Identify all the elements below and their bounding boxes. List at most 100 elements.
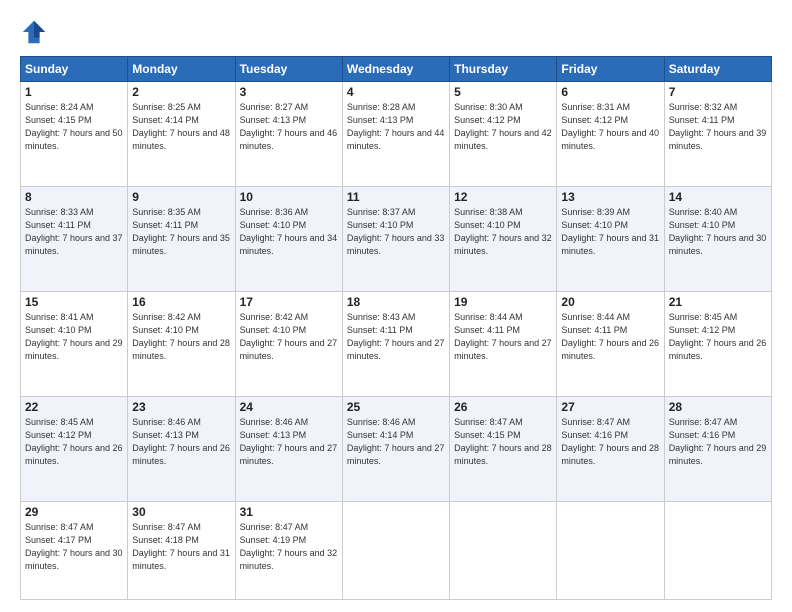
day-info: Sunrise: 8:39 AMSunset: 4:10 PMDaylight:… (561, 206, 659, 258)
day-info: Sunrise: 8:33 AMSunset: 4:11 PMDaylight:… (25, 206, 123, 258)
day-number: 8 (25, 190, 123, 204)
day-number: 28 (669, 400, 767, 414)
day-info: Sunrise: 8:24 AMSunset: 4:15 PMDaylight:… (25, 101, 123, 153)
calendar-cell: 10 Sunrise: 8:36 AMSunset: 4:10 PMDayligh… (235, 187, 342, 292)
calendar-week-row: 1 Sunrise: 8:24 AMSunset: 4:15 PMDaylight… (21, 82, 772, 187)
calendar-cell: 25 Sunrise: 8:46 AMSunset: 4:14 PMDayligh… (342, 397, 449, 502)
day-number: 31 (240, 505, 338, 519)
day-number: 15 (25, 295, 123, 309)
day-number: 14 (669, 190, 767, 204)
calendar-cell: 18Sunrise: 8:43 AMSunset: 4:11 PMDayligh… (342, 292, 449, 397)
day-info: Sunrise: 8:40 AMSunset: 4:10 PMDaylight:… (669, 206, 767, 258)
logo-icon (20, 18, 48, 46)
page: SundayMondayTuesdayWednesdayThursdayFrid… (0, 0, 792, 612)
calendar-cell: 21 Sunrise: 8:45 AMSunset: 4:12 PMDayligh… (664, 292, 771, 397)
day-info: Sunrise: 8:32 AMSunset: 4:11 PMDaylight:… (669, 101, 767, 153)
day-info: Sunrise: 8:47 AMSunset: 4:17 PMDaylight:… (25, 521, 123, 573)
day-header-saturday: Saturday (664, 57, 771, 82)
calendar-cell: 16 Sunrise: 8:42 AMSunset: 4:10 PMDayligh… (128, 292, 235, 397)
day-info: Sunrise: 8:46 AMSunset: 4:14 PMDaylight:… (347, 416, 445, 468)
day-info: Sunrise: 8:47 AMSunset: 4:19 PMDaylight:… (240, 521, 338, 573)
calendar-cell: 22 Sunrise: 8:45 AMSunset: 4:12 PMDayligh… (21, 397, 128, 502)
calendar-cell: 3 Sunrise: 8:27 AMSunset: 4:13 PMDaylight… (235, 82, 342, 187)
day-number: 22 (25, 400, 123, 414)
day-number: 19 (454, 295, 552, 309)
day-number: 11 (347, 190, 445, 204)
calendar-cell (557, 502, 664, 600)
day-number: 23 (132, 400, 230, 414)
day-info: Sunrise: 8:42 AMSunset: 4:10 PMDaylight:… (240, 311, 338, 363)
day-info: Sunrise: 8:36 AMSunset: 4:10 PMDaylight:… (240, 206, 338, 258)
day-info: Sunrise: 8:45 AMSunset: 4:12 PMDaylight:… (669, 311, 767, 363)
day-number: 6 (561, 85, 659, 99)
calendar-week-row: 29 Sunrise: 8:47 AMSunset: 4:17 PMDayligh… (21, 502, 772, 600)
day-header-sunday: Sunday (21, 57, 128, 82)
day-number: 12 (454, 190, 552, 204)
day-number: 27 (561, 400, 659, 414)
day-number: 5 (454, 85, 552, 99)
day-info: Sunrise: 8:28 AMSunset: 4:13 PMDaylight:… (347, 101, 445, 153)
day-info: Sunrise: 8:45 AMSunset: 4:12 PMDaylight:… (25, 416, 123, 468)
day-info: Sunrise: 8:25 AMSunset: 4:14 PMDaylight:… (132, 101, 230, 153)
day-info: Sunrise: 8:47 AMSunset: 4:16 PMDaylight:… (669, 416, 767, 468)
calendar-cell: 26 Sunrise: 8:47 AMSunset: 4:15 PMDayligh… (450, 397, 557, 502)
calendar-cell: 17 Sunrise: 8:42 AMSunset: 4:10 PMDayligh… (235, 292, 342, 397)
day-header-wednesday: Wednesday (342, 57, 449, 82)
day-info: Sunrise: 8:38 AMSunset: 4:10 PMDaylight:… (454, 206, 552, 258)
calendar-header-row: SundayMondayTuesdayWednesdayThursdayFrid… (21, 57, 772, 82)
day-number: 10 (240, 190, 338, 204)
day-info: Sunrise: 8:46 AMSunset: 4:13 PMDaylight:… (132, 416, 230, 468)
calendar-cell: 31 Sunrise: 8:47 AMSunset: 4:19 PMDayligh… (235, 502, 342, 600)
day-number: 29 (25, 505, 123, 519)
logo (20, 18, 52, 46)
calendar-cell: 4 Sunrise: 8:28 AMSunset: 4:13 PMDaylight… (342, 82, 449, 187)
calendar-cell: 15 Sunrise: 8:41 AMSunset: 4:10 PMDayligh… (21, 292, 128, 397)
calendar-cell (664, 502, 771, 600)
day-info: Sunrise: 8:47 AMSunset: 4:15 PMDaylight:… (454, 416, 552, 468)
header (20, 18, 772, 46)
day-info: Sunrise: 8:37 AMSunset: 4:10 PMDaylight:… (347, 206, 445, 258)
calendar-cell: 27 Sunrise: 8:47 AMSunset: 4:16 PMDayligh… (557, 397, 664, 502)
calendar-cell (342, 502, 449, 600)
calendar-cell: 28 Sunrise: 8:47 AMSunset: 4:16 PMDayligh… (664, 397, 771, 502)
day-info: Sunrise: 8:35 AMSunset: 4:11 PMDaylight:… (132, 206, 230, 258)
day-header-tuesday: Tuesday (235, 57, 342, 82)
calendar-cell: 23 Sunrise: 8:46 AMSunset: 4:13 PMDayligh… (128, 397, 235, 502)
calendar-cell: 11 Sunrise: 8:37 AMSunset: 4:10 PMDayligh… (342, 187, 449, 292)
day-info: Sunrise: 8:27 AMSunset: 4:13 PMDaylight:… (240, 101, 338, 153)
day-number: 3 (240, 85, 338, 99)
calendar-cell: 20Sunrise: 8:44 AMSunset: 4:11 PMDayligh… (557, 292, 664, 397)
calendar-cell: 8 Sunrise: 8:33 AMSunset: 4:11 PMDaylight… (21, 187, 128, 292)
calendar-cell: 2 Sunrise: 8:25 AMSunset: 4:14 PMDaylight… (128, 82, 235, 187)
calendar-cell: 5Sunrise: 8:30 AMSunset: 4:12 PMDaylight… (450, 82, 557, 187)
calendar-cell: 19 Sunrise: 8:44 AMSunset: 4:11 PMDayligh… (450, 292, 557, 397)
day-info: Sunrise: 8:46 AMSunset: 4:13 PMDaylight:… (240, 416, 338, 468)
day-number: 30 (132, 505, 230, 519)
day-number: 26 (454, 400, 552, 414)
day-number: 20 (561, 295, 659, 309)
calendar-table: SundayMondayTuesdayWednesdayThursdayFrid… (20, 56, 772, 600)
day-number: 25 (347, 400, 445, 414)
day-number: 16 (132, 295, 230, 309)
calendar-cell: 1 Sunrise: 8:24 AMSunset: 4:15 PMDaylight… (21, 82, 128, 187)
day-header-thursday: Thursday (450, 57, 557, 82)
calendar-cell: 29 Sunrise: 8:47 AMSunset: 4:17 PMDayligh… (21, 502, 128, 600)
day-header-friday: Friday (557, 57, 664, 82)
calendar-week-row: 8 Sunrise: 8:33 AMSunset: 4:11 PMDaylight… (21, 187, 772, 292)
day-number: 17 (240, 295, 338, 309)
day-number: 2 (132, 85, 230, 99)
calendar-cell: 13Sunrise: 8:39 AMSunset: 4:10 PMDayligh… (557, 187, 664, 292)
day-info: Sunrise: 8:43 AMSunset: 4:11 PMDaylight:… (347, 311, 445, 363)
day-number: 21 (669, 295, 767, 309)
day-number: 1 (25, 85, 123, 99)
calendar-cell: 12 Sunrise: 8:38 AMSunset: 4:10 PMDayligh… (450, 187, 557, 292)
calendar-cell: 14 Sunrise: 8:40 AMSunset: 4:10 PMDayligh… (664, 187, 771, 292)
day-info: Sunrise: 8:47 AMSunset: 4:16 PMDaylight:… (561, 416, 659, 468)
calendar-cell: 7Sunrise: 8:32 AMSunset: 4:11 PMDaylight… (664, 82, 771, 187)
day-info: Sunrise: 8:41 AMSunset: 4:10 PMDaylight:… (25, 311, 123, 363)
calendar-cell: 30 Sunrise: 8:47 AMSunset: 4:18 PMDayligh… (128, 502, 235, 600)
day-number: 4 (347, 85, 445, 99)
day-info: Sunrise: 8:44 AMSunset: 4:11 PMDaylight:… (454, 311, 552, 363)
day-info: Sunrise: 8:47 AMSunset: 4:18 PMDaylight:… (132, 521, 230, 573)
day-info: Sunrise: 8:42 AMSunset: 4:10 PMDaylight:… (132, 311, 230, 363)
